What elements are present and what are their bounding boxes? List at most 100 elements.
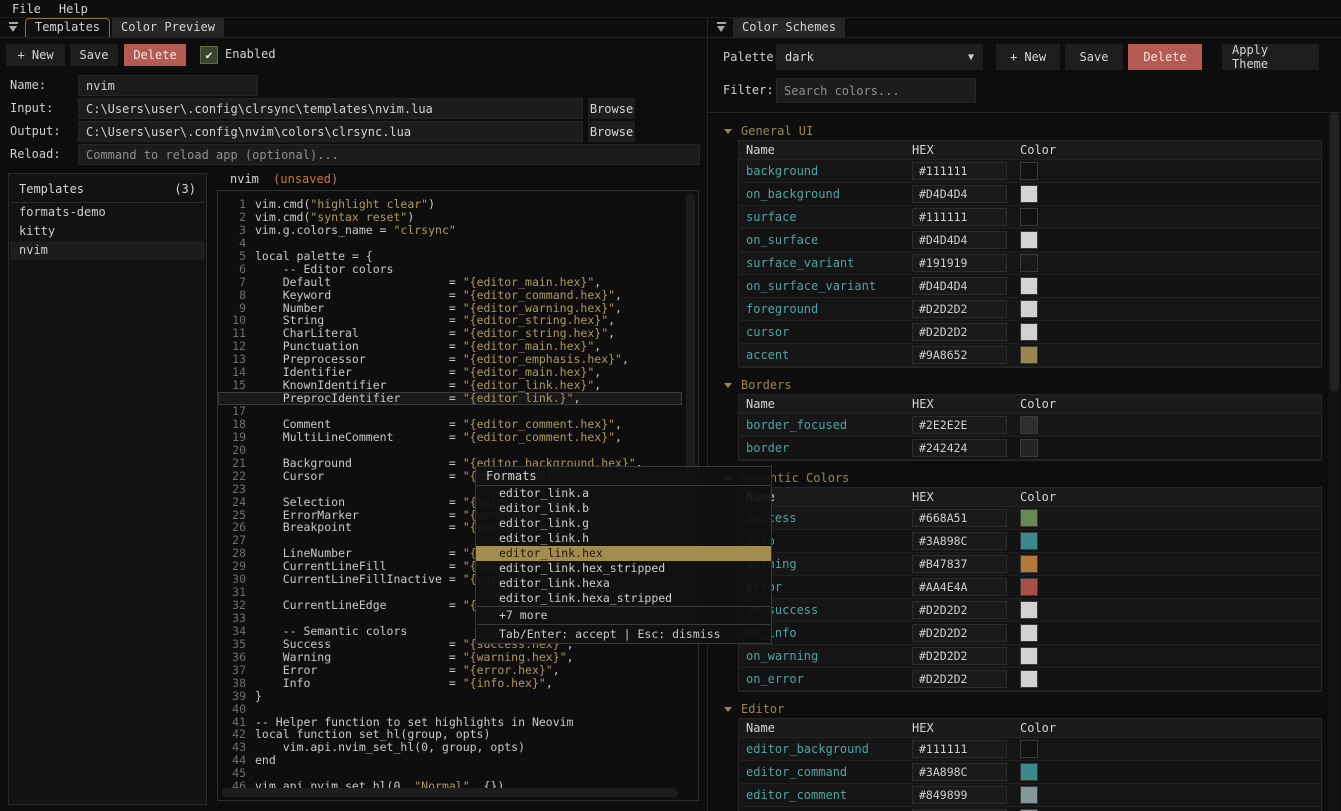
collapse-icon[interactable] bbox=[716, 22, 727, 33]
enabled-checkbox[interactable]: ✔ bbox=[200, 46, 218, 64]
section-header[interactable]: Borders bbox=[708, 376, 1341, 394]
hex-input[interactable]: #D4D4D4 bbox=[912, 231, 1007, 249]
palette-dropdown[interactable]: dark ▼ bbox=[776, 44, 983, 70]
color-swatch[interactable] bbox=[1020, 670, 1038, 688]
template-list-item[interactable]: nvim bbox=[10, 241, 205, 260]
palette-value: dark bbox=[785, 50, 814, 64]
menu-item[interactable]: Help bbox=[59, 2, 88, 16]
hex-input[interactable]: #D2D2D2 bbox=[912, 624, 1007, 642]
hex-input[interactable]: #668A51 bbox=[912, 509, 1007, 527]
autocomplete-item[interactable]: editor_link.hex_stripped bbox=[476, 561, 771, 576]
popup-hint: Tab/Enter: accept | Esc: dismiss bbox=[476, 625, 771, 643]
new-template-button[interactable]: + New bbox=[6, 44, 65, 66]
code-line[interactable]: 3 vim.g.colors_name = "clrsync" bbox=[218, 224, 698, 237]
name-input[interactable] bbox=[78, 75, 258, 96]
hex-input[interactable]: #B47837 bbox=[912, 555, 1007, 573]
color-swatch[interactable] bbox=[1020, 555, 1038, 573]
hex-input[interactable]: #D2D2D2 bbox=[912, 323, 1007, 341]
code-line[interactable]: PreprocIdentifier = "{editor_link.}", bbox=[218, 392, 682, 405]
column-color: Color bbox=[1020, 143, 1056, 157]
hex-input[interactable]: #9A8652 bbox=[912, 346, 1007, 364]
autocomplete-item[interactable]: editor_link.a bbox=[476, 486, 771, 501]
reload-command-field[interactable] bbox=[78, 144, 700, 165]
output-path-field[interactable] bbox=[78, 121, 583, 142]
panel-scrollbar-thumb[interactable] bbox=[1330, 112, 1339, 392]
color-swatch[interactable] bbox=[1020, 786, 1038, 804]
template-list-item[interactable]: kitty bbox=[10, 222, 205, 241]
hex-input[interactable]: #242424 bbox=[912, 439, 1007, 457]
hex-input[interactable]: #D4D4D4 bbox=[912, 277, 1007, 295]
hex-input[interactable]: #D4D4D4 bbox=[912, 185, 1007, 203]
color-swatch[interactable] bbox=[1020, 208, 1038, 226]
save-palette-button[interactable]: Save bbox=[1065, 44, 1123, 70]
tab-templates[interactable]: Templates bbox=[25, 18, 110, 37]
code-segment: , bbox=[615, 430, 622, 444]
code-line[interactable]: 44 end bbox=[218, 754, 698, 767]
color-swatch[interactable] bbox=[1020, 277, 1038, 295]
autocomplete-item[interactable]: editor_link.hex bbox=[476, 546, 771, 561]
section-header[interactable]: Semantic Colors bbox=[708, 469, 1341, 487]
code-line[interactable]: 39 } bbox=[218, 690, 698, 703]
autocomplete-item[interactable]: editor_link.h bbox=[476, 531, 771, 546]
section-header[interactable]: Editor bbox=[708, 700, 1341, 718]
delete-palette-button[interactable]: Delete bbox=[1128, 44, 1202, 70]
code-line[interactable]: 19 MultiLineComment = "{editor_comment.h… bbox=[218, 431, 698, 444]
save-template-button[interactable]: Save bbox=[70, 44, 118, 66]
color-swatch[interactable] bbox=[1020, 162, 1038, 180]
color-swatch[interactable] bbox=[1020, 185, 1038, 203]
color-swatch[interactable] bbox=[1020, 254, 1038, 272]
color-swatch[interactable] bbox=[1020, 231, 1038, 249]
apply-theme-button[interactable]: Apply Theme bbox=[1222, 44, 1319, 70]
enabled-label: Enabled bbox=[225, 47, 276, 61]
table-row: border #242424 bbox=[739, 437, 1321, 460]
code-line-text: Info = "{info.hex}", bbox=[255, 677, 553, 690]
color-swatch[interactable] bbox=[1020, 300, 1038, 318]
section-header[interactable]: General UI bbox=[708, 122, 1341, 140]
hex-input[interactable]: #3A898C bbox=[912, 532, 1007, 550]
color-swatch[interactable] bbox=[1020, 439, 1038, 457]
autocomplete-item[interactable]: editor_link.hexa_stripped bbox=[476, 591, 771, 606]
color-swatch[interactable] bbox=[1020, 532, 1038, 550]
delete-template-button[interactable]: Delete bbox=[124, 44, 186, 66]
hex-input[interactable]: #191919 bbox=[912, 254, 1007, 272]
color-filter-input[interactable] bbox=[776, 78, 976, 103]
autocomplete-item[interactable]: editor_link.g bbox=[476, 516, 771, 531]
hex-input[interactable]: #111111 bbox=[912, 162, 1007, 180]
hex-input[interactable]: #111111 bbox=[912, 740, 1007, 758]
hex-input[interactable]: #D2D2D2 bbox=[912, 647, 1007, 665]
hex-input[interactable]: #AA4E4A bbox=[912, 578, 1007, 596]
template-list-item[interactable]: formats-demo bbox=[10, 203, 205, 222]
hex-input[interactable]: #111111 bbox=[912, 208, 1007, 226]
color-swatch[interactable] bbox=[1020, 416, 1038, 434]
code-line[interactable]: 38 Info = "{info.hex}", bbox=[218, 677, 698, 690]
color-swatch[interactable] bbox=[1020, 323, 1038, 341]
hex-input[interactable]: #D2D2D2 bbox=[912, 601, 1007, 619]
hex-input[interactable]: #D2D2D2 bbox=[912, 300, 1007, 318]
hex-input[interactable]: #2E2E2E bbox=[912, 416, 1007, 434]
color-swatch[interactable] bbox=[1020, 601, 1038, 619]
code-line-text: end bbox=[255, 754, 276, 767]
color-swatch[interactable] bbox=[1020, 763, 1038, 781]
color-swatch[interactable] bbox=[1020, 740, 1038, 758]
color-swatch[interactable] bbox=[1020, 624, 1038, 642]
input-browse-button[interactable]: Browse bbox=[588, 98, 635, 119]
output-browse-button[interactable]: Browse bbox=[588, 121, 635, 142]
tab-color-schemes[interactable]: Color Schemes bbox=[733, 18, 845, 37]
hex-input[interactable]: #3A898C bbox=[912, 763, 1007, 781]
color-swatch[interactable] bbox=[1020, 647, 1038, 665]
color-swatch[interactable] bbox=[1020, 578, 1038, 596]
new-palette-button[interactable]: + New bbox=[996, 44, 1060, 70]
autocomplete-item[interactable]: editor_link.hexa bbox=[476, 576, 771, 591]
color-swatch[interactable] bbox=[1020, 509, 1038, 527]
hex-input[interactable]: #D2D2D2 bbox=[912, 670, 1007, 688]
hex-input[interactable]: #849899 bbox=[912, 786, 1007, 804]
editor-horizontal-scrollbar[interactable] bbox=[222, 788, 678, 797]
menu-item[interactable]: File bbox=[12, 2, 41, 16]
code-line[interactable]: 43 vim.api.nvim_set_hl(0, group, opts) bbox=[218, 741, 698, 754]
color-name: foreground bbox=[739, 302, 912, 316]
tab-color-preview[interactable]: Color Preview bbox=[112, 18, 224, 37]
input-path-field[interactable] bbox=[78, 98, 583, 119]
color-swatch[interactable] bbox=[1020, 346, 1038, 364]
autocomplete-item[interactable]: editor_link.b bbox=[476, 501, 771, 516]
collapse-icon[interactable] bbox=[8, 22, 19, 33]
